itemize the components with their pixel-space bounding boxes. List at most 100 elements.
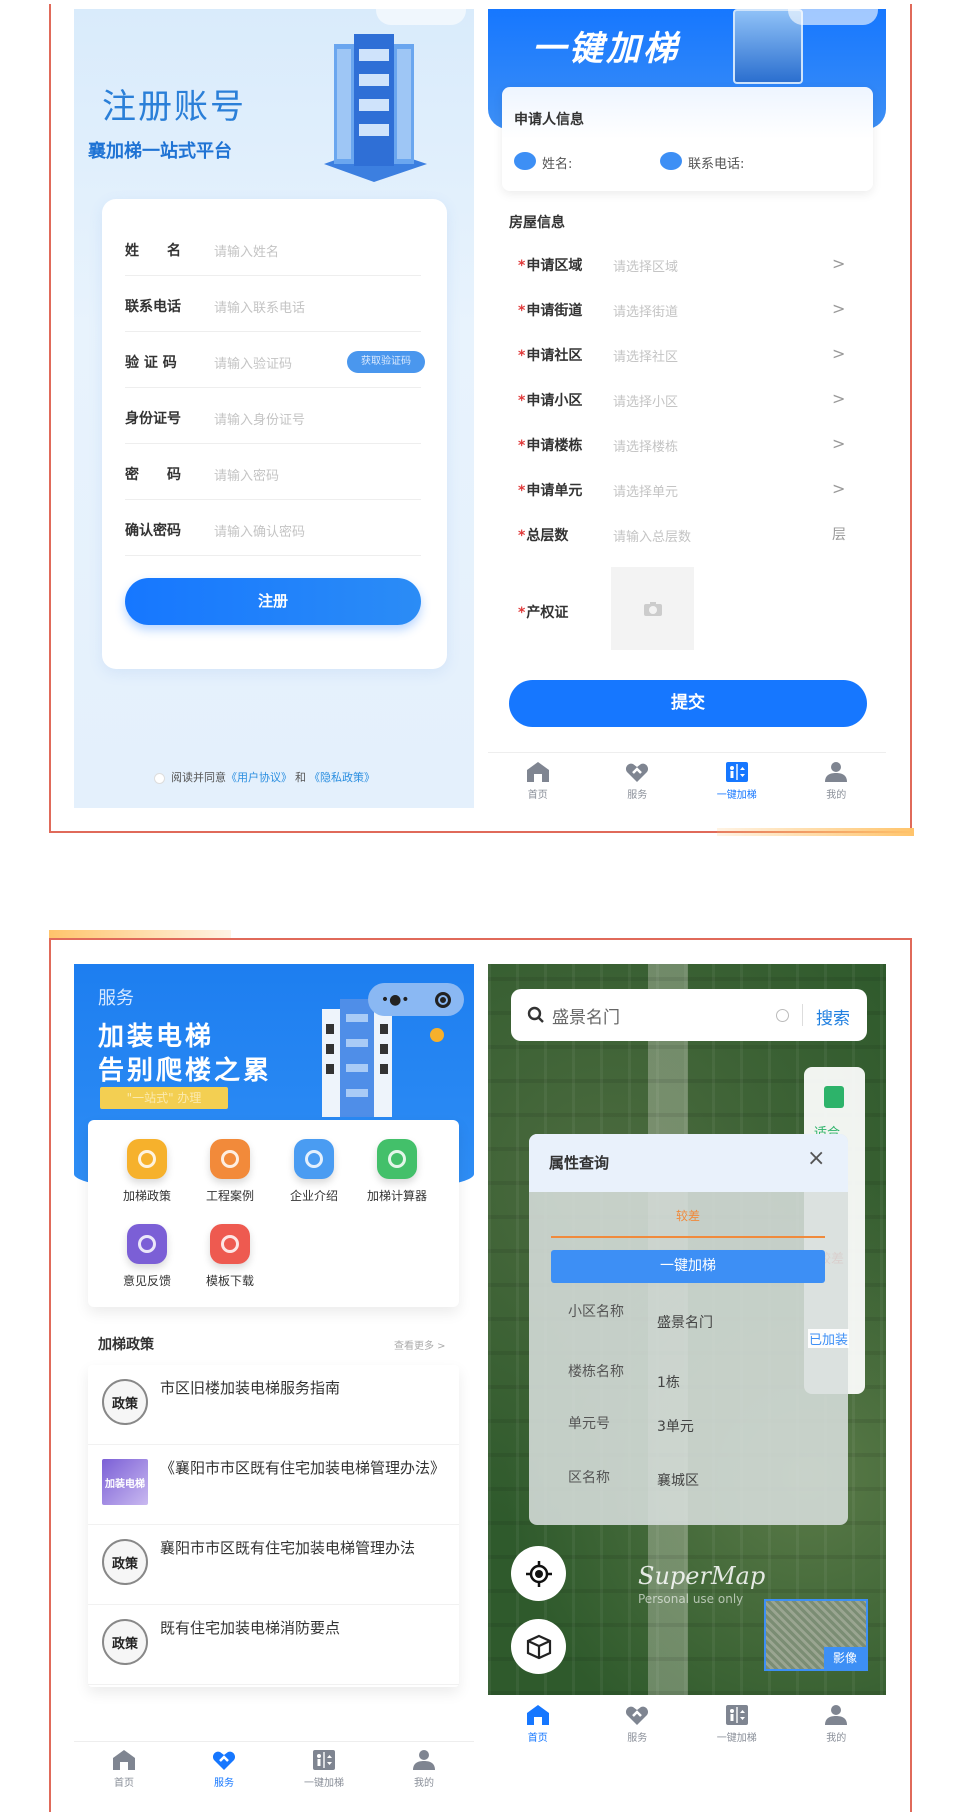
service-icon	[625, 1704, 649, 1726]
prop-value: 3单元	[657, 1419, 694, 1435]
grid-icon[interactable]	[294, 1139, 334, 1179]
grid-icon[interactable]	[127, 1224, 167, 1264]
field-input[interactable]: 请输入联系电话	[214, 297, 305, 316]
bottom-nav: 首页 服务 一键加梯 我的	[74, 1741, 474, 1796]
capsule-button[interactable]: •●•	[368, 983, 464, 1016]
cube-3d-icon	[526, 1634, 551, 1659]
prop-label: 单元号	[568, 1416, 610, 1432]
policy-item[interactable]: 政策 既有住宅加装电梯消防要点	[88, 1605, 459, 1685]
close-icon[interactable]: ×	[807, 1146, 825, 1171]
nav-tab-home[interactable]: 首页	[74, 1742, 174, 1796]
prop-value: 襄城区	[657, 1473, 699, 1489]
clear-icon[interactable]	[776, 1009, 789, 1022]
policy-item[interactable]: 政策 市区旧楼加装电梯服务指南	[88, 1365, 459, 1445]
chevron-right-icon: >	[832, 434, 846, 453]
nav-label: 首页	[114, 1778, 134, 1789]
policy-list: 政策 市区旧楼加装电梯服务指南 加装电梯 《襄阳市市区既有住宅加装电梯管理办法》 政策襄…	[88, 1365, 459, 1687]
service-icon	[625, 761, 649, 783]
divider	[802, 1004, 803, 1026]
more-icon[interactable]: •●•	[381, 992, 410, 1008]
get-code-button[interactable]: 获取验证码	[347, 351, 425, 373]
field-input[interactable]: 请输入姓名	[214, 241, 279, 260]
one-stop-badge: "一站式" 办理	[100, 1087, 228, 1109]
nav-tab-add-elevator[interactable]: 一键加梯	[687, 753, 787, 808]
grid-label[interactable]: 加梯计算器	[352, 1187, 442, 1204]
field-input[interactable]: 请输入密码	[214, 465, 279, 484]
form-row[interactable]: 申请街道 请选择街道 >	[488, 299, 886, 336]
search-button[interactable]: 搜索	[816, 1004, 850, 1029]
nav-tab-mine[interactable]: 我的	[374, 1742, 474, 1796]
grid-icon[interactable]	[377, 1139, 417, 1179]
form-row[interactable]: 申请楼栋 请选择楼栋 >	[488, 434, 886, 471]
grid-icon[interactable]	[210, 1224, 250, 1264]
capsule-button[interactable]	[788, 9, 878, 25]
grid-label[interactable]: 加梯政策	[102, 1187, 192, 1204]
privacy-link[interactable]: 《隐私政策》	[309, 771, 375, 784]
elevator-icon	[725, 1704, 749, 1726]
grid-label[interactable]: 意见反馈	[102, 1272, 192, 1289]
phone-label: 联系电话:	[688, 157, 745, 172]
nav-tab-mine[interactable]: 我的	[787, 753, 887, 808]
home-icon	[112, 1749, 136, 1771]
rating-label: 较差	[676, 1209, 701, 1223]
nav-label: 我的	[414, 1778, 434, 1789]
close-circle-icon[interactable]	[435, 991, 452, 1008]
submit-button[interactable]: 提交	[509, 680, 867, 727]
nav-tab-service[interactable]: 服务	[174, 1742, 274, 1796]
nav-label: 服务	[627, 789, 648, 801]
capsule-button[interactable]	[376, 9, 466, 25]
suitable-icon	[824, 1086, 844, 1108]
photo-upload[interactable]	[611, 567, 694, 650]
policy-title[interactable]: 市区旧楼加装电梯服务指南	[160, 1377, 449, 1398]
form-row[interactable]: 申请单元 请选择单元 >	[488, 479, 886, 516]
service-screen: 服务 加装电梯 告别爬楼之累 "一站式" 办理 •●• 加梯政策 工程案例 企业介绍…	[74, 964, 474, 1812]
policy-item[interactable]: 政策 襄阳市市区既有住宅加装电梯管理办法	[88, 1525, 459, 1605]
form-row[interactable]: 总层数 请输入总层数 层	[488, 525, 886, 561]
grid-icon[interactable]	[210, 1139, 250, 1179]
field-label: 姓 名	[125, 243, 181, 259]
3d-button[interactable]	[511, 1619, 566, 1674]
nav-tab-home[interactable]: 首页	[488, 753, 588, 808]
view-more-link[interactable]: 查看更多 >	[394, 1337, 446, 1352]
row-label: 申请楼栋	[518, 435, 582, 455]
agree-radio[interactable]	[154, 772, 165, 784]
grid-icon-glyph	[221, 1235, 239, 1253]
policy-title[interactable]: 襄阳市市区既有住宅加装电梯管理办法	[160, 1537, 449, 1558]
add-elevator-button[interactable]: 一键加梯	[551, 1250, 825, 1283]
nav-tab-service[interactable]: 服务	[588, 753, 688, 808]
policy-item[interactable]: 加装电梯 《襄阳市市区既有住宅加装电梯管理办法》	[88, 1445, 459, 1525]
grid-label[interactable]: 工程案例	[185, 1187, 275, 1204]
field-divider	[125, 387, 421, 388]
nav-tab-add-elevator[interactable]: 一键加梯	[687, 1695, 787, 1753]
applicant-heading: 申请人信息	[514, 112, 584, 128]
legend-installed[interactable]: 已加装	[808, 1329, 850, 1348]
service-icon	[212, 1749, 236, 1771]
chevron-right-icon: >	[832, 299, 846, 318]
phone-icon	[660, 152, 682, 170]
nav-label: 一键加梯	[304, 1778, 344, 1789]
layer-thumbnail[interactable]: 影像	[764, 1599, 868, 1671]
nav-tab-home[interactable]: 首页	[488, 1695, 588, 1753]
user-icon	[514, 152, 536, 170]
grid-icon[interactable]	[127, 1139, 167, 1179]
nav-label: 我的	[826, 789, 847, 801]
nav-label: 首页	[527, 789, 548, 801]
field-input[interactable]: 请输入确认密码	[214, 521, 305, 540]
policy-title[interactable]: 《襄阳市市区既有住宅加装电梯管理办法》	[160, 1457, 449, 1478]
nav-tab-mine[interactable]: 我的	[787, 1695, 887, 1753]
register-button[interactable]: 注册	[125, 578, 421, 625]
nav-tab-service[interactable]: 服务	[588, 1695, 688, 1753]
locate-button[interactable]	[511, 1546, 566, 1601]
user-agreement-link[interactable]: 《用户协议》	[226, 771, 292, 784]
field-input[interactable]: 请输入验证码	[214, 353, 292, 372]
grid-label[interactable]: 模板下载	[185, 1272, 275, 1289]
form-row[interactable]: 申请社区 请选择社区 >	[488, 344, 886, 381]
form-row[interactable]: 申请区域 请选择区域 >	[488, 254, 886, 291]
form-row[interactable]: 申请小区 请选择小区 >	[488, 389, 886, 426]
search-input[interactable]	[552, 1002, 742, 1028]
policy-title[interactable]: 既有住宅加装电梯消防要点	[160, 1617, 449, 1638]
grid-label[interactable]: 企业介绍	[269, 1187, 359, 1204]
field-input[interactable]: 请输入身份证号	[214, 409, 305, 428]
profile-icon	[824, 1704, 848, 1726]
nav-tab-add-elevator[interactable]: 一键加梯	[274, 1742, 374, 1796]
